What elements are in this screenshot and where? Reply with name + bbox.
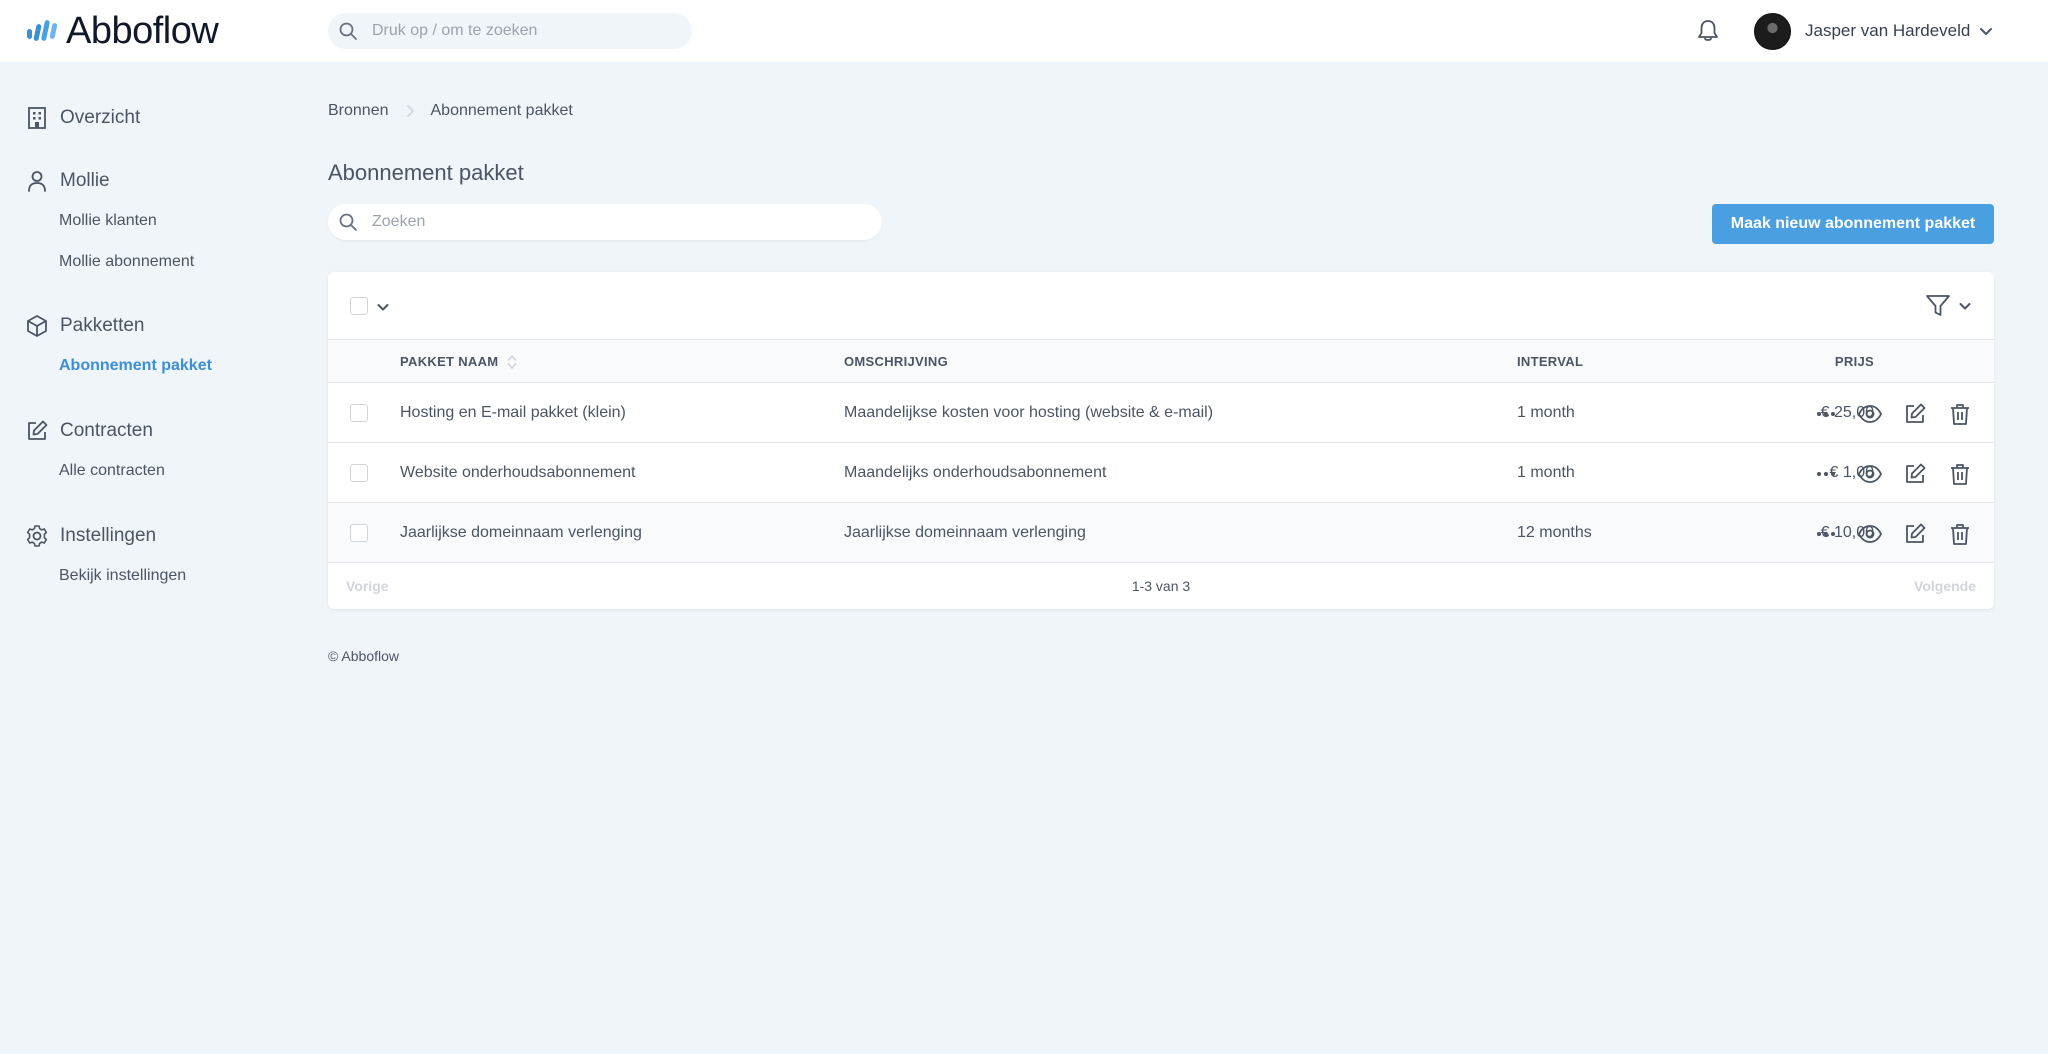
chevron-down-icon bbox=[1980, 28, 1993, 35]
row-checkbox[interactable] bbox=[350, 464, 368, 482]
chevron-down-icon bbox=[1959, 303, 1971, 310]
page-title: Abonnement pakket bbox=[328, 160, 524, 185]
cell-interval: 12 months bbox=[1517, 524, 1592, 541]
edit-icon[interactable] bbox=[1902, 521, 1928, 547]
user-menu[interactable]: Jasper van Hardeveld bbox=[1754, 12, 1994, 50]
eye-icon[interactable] bbox=[1857, 461, 1883, 487]
cell-description: Maandelijkse kosten voor hosting (websit… bbox=[844, 404, 1214, 421]
cell-name: Hosting en E-mail pakket (klein) bbox=[400, 404, 626, 421]
table-row[interactable]: Website onderhoudsabonnement Maandelijks… bbox=[328, 443, 1994, 503]
sidebar-item-label: Contracten bbox=[60, 420, 153, 441]
table-row[interactable]: Jaarlijkse domeinnaam verlenging Jaarlij… bbox=[328, 503, 1994, 563]
edit-icon[interactable] bbox=[1902, 401, 1928, 427]
top-bar: Abboflow Jasper van Hardeveld bbox=[0, 0, 2048, 62]
pagination-prev-button[interactable]: Vorige bbox=[346, 563, 389, 609]
column-header-name[interactable]: PAKKET NAAM bbox=[400, 340, 518, 383]
pagination-info: 1-3 van 3 bbox=[1131, 578, 1191, 594]
sidebar-item-alle-contracten[interactable]: Alle contracten bbox=[59, 462, 165, 480]
logo-mark-icon bbox=[27, 20, 58, 41]
sidebar-item-label: Overzicht bbox=[60, 107, 141, 128]
cube-icon bbox=[27, 315, 47, 337]
sidebar-item-mollie-abonnement[interactable]: Mollie abonnement bbox=[59, 253, 194, 271]
table-header: PAKKET NAAM OMSCHRIJVING INTERVAL PRIJS bbox=[328, 340, 1994, 383]
edit-icon[interactable] bbox=[1902, 461, 1928, 487]
trash-icon[interactable] bbox=[1947, 521, 1973, 547]
chevron-down-icon[interactable] bbox=[376, 300, 390, 314]
sidebar-item-bekijk-instellingen[interactable]: Bekijk instellingen bbox=[59, 567, 186, 585]
search-icon bbox=[339, 22, 357, 40]
more-icon[interactable] bbox=[1813, 461, 1839, 487]
trash-icon[interactable] bbox=[1947, 401, 1973, 427]
sidebar-item-contracten[interactable]: Contracten bbox=[24, 416, 153, 446]
gear-icon bbox=[26, 525, 48, 547]
column-header-interval: INTERVAL bbox=[1517, 354, 1584, 369]
create-package-button[interactable]: Maak nieuw abonnement pakket bbox=[1712, 204, 1994, 244]
breadcrumb-item-current: Abonnement pakket bbox=[430, 102, 573, 119]
sidebar-item-pakketten[interactable]: Pakketten bbox=[24, 311, 145, 341]
eye-icon[interactable] bbox=[1857, 401, 1883, 427]
search-icon bbox=[339, 213, 357, 231]
sidebar-item-label: Mollie bbox=[60, 170, 110, 191]
column-header-description: OMSCHRIJVING bbox=[844, 354, 949, 369]
user-name: Jasper van Hardeveld bbox=[1805, 21, 1971, 40]
table-row[interactable]: Hosting en E-mail pakket (klein) Maandel… bbox=[328, 383, 1994, 443]
cell-description: Maandelijks onderhoudsabonnement bbox=[844, 464, 1107, 481]
cell-description: Jaarlijkse domeinnaam verlenging bbox=[844, 524, 1086, 541]
cell-interval: 1 month bbox=[1517, 464, 1575, 481]
eye-icon[interactable] bbox=[1857, 521, 1883, 547]
user-icon bbox=[28, 171, 46, 192]
pagination-next-button[interactable]: Volgende bbox=[1914, 563, 1976, 609]
table-toolbar bbox=[328, 272, 1994, 340]
select-all-checkbox[interactable] bbox=[350, 297, 368, 315]
bottom-edge bbox=[0, 1054, 2048, 1058]
trash-icon[interactable] bbox=[1947, 461, 1973, 487]
breadcrumb: Bronnen Abonnement pakket bbox=[328, 100, 573, 122]
sidebar-item-label: Instellingen bbox=[60, 525, 157, 546]
cell-interval: 1 month bbox=[1517, 404, 1575, 421]
sidebar-item-abonnement-pakket[interactable]: Abonnement pakket bbox=[59, 357, 212, 375]
column-header-label: PAKKET NAAM bbox=[400, 354, 499, 369]
bell-icon[interactable] bbox=[1694, 17, 1722, 45]
pagination: 1-3 van 3 Vorige Volgende bbox=[328, 563, 1994, 609]
avatar bbox=[1754, 12, 1791, 50]
building-icon bbox=[28, 107, 46, 129]
cell-name: Website onderhoudsabonnement bbox=[400, 464, 636, 481]
app-name: Abboflow bbox=[66, 10, 219, 52]
footer: © Abboflow bbox=[328, 648, 400, 664]
global-search bbox=[328, 13, 692, 49]
app-logo[interactable]: Abboflow bbox=[26, 10, 219, 52]
sidebar-item-instellingen[interactable]: Instellingen bbox=[24, 521, 156, 551]
cell-name: Jaarlijkse domeinnaam verlenging bbox=[400, 524, 642, 541]
sidebar-item-overzicht[interactable]: Overzicht bbox=[24, 103, 140, 133]
sidebar-item-label: Pakketten bbox=[60, 315, 145, 336]
more-icon[interactable] bbox=[1813, 521, 1839, 547]
filter-icon bbox=[1926, 295, 1950, 316]
sidebar-item-mollie-klanten[interactable]: Mollie klanten bbox=[59, 212, 157, 230]
edit-icon bbox=[28, 420, 48, 440]
filter-button[interactable] bbox=[1924, 292, 1972, 320]
global-search-input[interactable] bbox=[372, 13, 682, 49]
sidebar-item-mollie[interactable]: Mollie bbox=[24, 166, 110, 196]
row-checkbox[interactable] bbox=[350, 524, 368, 542]
table-search bbox=[328, 204, 882, 240]
sort-icon[interactable] bbox=[506, 353, 518, 371]
table-search-input[interactable] bbox=[372, 204, 872, 240]
breadcrumb-item-bronnen[interactable]: Bronnen bbox=[328, 102, 389, 120]
resource-table-card: PAKKET NAAM OMSCHRIJVING INTERVAL PRIJS … bbox=[328, 272, 1994, 609]
more-icon[interactable] bbox=[1813, 401, 1839, 427]
chevron-right-icon bbox=[406, 105, 414, 117]
column-header-price: PRIJS bbox=[1834, 354, 1874, 369]
row-checkbox[interactable] bbox=[350, 404, 368, 422]
